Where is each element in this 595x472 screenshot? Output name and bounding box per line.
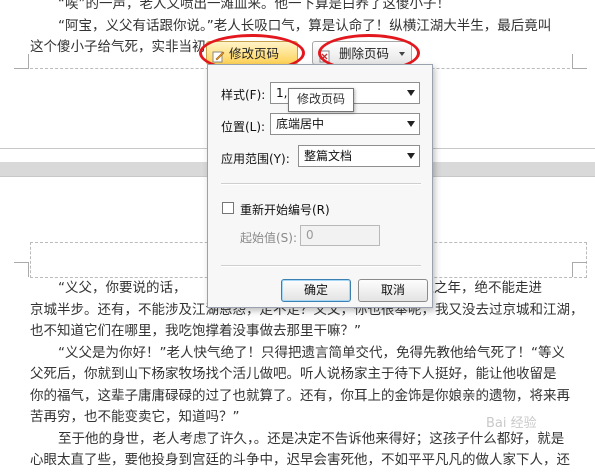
style-value: 1, bbox=[276, 86, 288, 100]
divider bbox=[221, 265, 421, 267]
scope-select[interactable]: 整篇文档 bbox=[298, 145, 420, 167]
start-value-label: 起始值(S): bbox=[240, 231, 298, 245]
scope-value: 整篇文档 bbox=[304, 149, 353, 163]
doc-line: 也不知道它们在哪里，我吃饱撑着没事做去那里干嘛？” bbox=[30, 323, 361, 339]
restart-numbering-checkbox[interactable] bbox=[222, 202, 234, 214]
cancel-button[interactable]: 取消 bbox=[358, 279, 428, 302]
doc-line: “唉”的一声，老人又喷出一滩血来。他一下算是白养了这傻小子！ bbox=[58, 0, 450, 12]
page-corner-mark bbox=[14, 262, 29, 277]
style-label: 样式(F): bbox=[221, 88, 266, 102]
start-value: 0 bbox=[306, 228, 314, 242]
doc-line: 至于他的身世，老人考虑了许久，。还是决定不告诉他来得好；这孩子什么都好，就是 bbox=[58, 430, 565, 447]
start-value-input[interactable]: 0 bbox=[300, 225, 380, 246]
dropdown-arrow-icon bbox=[407, 121, 415, 127]
restart-numbering-label: 重新开始编号(R) bbox=[240, 203, 330, 217]
divider bbox=[221, 183, 421, 185]
page-corner-mark bbox=[14, 54, 29, 69]
doc-line: 你的福气，这辈子庸庸碌碌的过了也就算了。还有，你耳上的金饰是你娘亲的遗物，将来再 bbox=[30, 387, 570, 404]
edit-page-number-icon bbox=[212, 47, 225, 63]
dropdown-arrow-icon bbox=[407, 153, 415, 159]
modify-page-number-button[interactable]: 修改页码 bbox=[206, 41, 298, 65]
ok-button[interactable]: 确定 bbox=[281, 279, 351, 302]
doc-line: “阿宝，义父有话跟你说。”老人长吸口气，算是认命了！纵横江湖大半生，最后竟叫 bbox=[58, 17, 552, 34]
delete-page-number-icon bbox=[318, 47, 331, 63]
tooltip: 修改页码 bbox=[288, 88, 355, 112]
doc-line: “义父，你要说的话， bbox=[58, 280, 187, 296]
dropdown-arrow-icon bbox=[407, 90, 415, 96]
position-label: 位置(L): bbox=[221, 120, 266, 134]
page-corner-mark bbox=[572, 262, 587, 277]
modify-page-number-label: 修改页码 bbox=[229, 46, 280, 61]
doc-line: 父死后，你就到山下杨家牧场找个活儿做吧。听人说杨家主于待下人挺好，能让他收留是 bbox=[30, 366, 557, 382]
dropdown-arrow-icon bbox=[399, 52, 405, 56]
doc-line: “义父是为你好！”老人快气绝了！只得把遗言简单交代，免得先教他给气死了！“等义 bbox=[58, 344, 565, 361]
position-select[interactable]: 底端居中 bbox=[270, 113, 420, 135]
watermark-logo: Bai 经验 bbox=[486, 416, 537, 431]
delete-page-number-button[interactable]: 删除页码 bbox=[312, 41, 412, 65]
position-value: 底端居中 bbox=[276, 117, 325, 131]
page-corner-mark bbox=[572, 54, 587, 69]
delete-page-number-label: 删除页码 bbox=[339, 46, 390, 61]
scope-label: 应用范围(Y): bbox=[221, 152, 290, 166]
